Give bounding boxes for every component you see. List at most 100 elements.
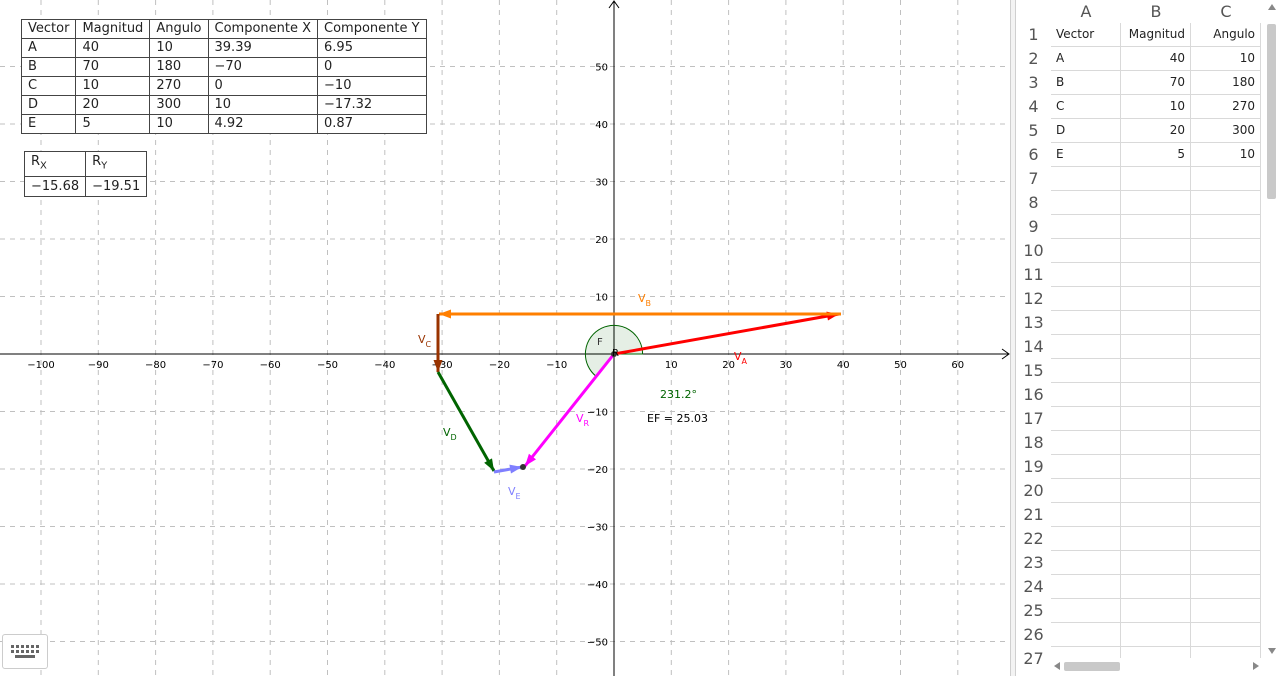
spreadsheet-cell[interactable]: [1051, 623, 1121, 646]
spreadsheet-cell[interactable]: A: [1051, 47, 1121, 70]
spreadsheet-cell[interactable]: [1121, 287, 1191, 310]
graphics-view[interactable]: −100 −90 −80 −70 −60 −50 −40 −30 −20 −10 10 20 30 40 5…: [0, 0, 1010, 676]
spreadsheet-cell[interactable]: [1051, 215, 1121, 238]
spreadsheet-cell[interactable]: [1121, 455, 1191, 478]
spreadsheet-cell[interactable]: Angulo: [1191, 23, 1261, 46]
row-header[interactable]: 17: [1016, 407, 1051, 431]
row-header[interactable]: 8: [1016, 191, 1051, 215]
spreadsheet-cell[interactable]: [1191, 335, 1261, 358]
vector-a[interactable]: [613, 312, 840, 356]
row-header[interactable]: 20: [1016, 479, 1051, 503]
spreadsheet-cell[interactable]: [1121, 407, 1191, 430]
spreadsheet-cell[interactable]: [1121, 551, 1191, 574]
scroll-right-icon[interactable]: [1253, 662, 1259, 670]
spreadsheet-cell[interactable]: [1191, 575, 1261, 598]
spreadsheet-cell[interactable]: [1051, 191, 1121, 214]
row-header[interactable]: 14: [1016, 335, 1051, 359]
column-header-b[interactable]: B: [1121, 0, 1191, 23]
spreadsheet-cell[interactable]: [1051, 431, 1121, 454]
spreadsheet-cell[interactable]: [1191, 287, 1261, 310]
spreadsheet-cell[interactable]: [1191, 383, 1261, 406]
vector-d[interactable]: [436, 371, 496, 472]
spreadsheet-cell[interactable]: [1051, 407, 1121, 430]
row-header[interactable]: 6: [1016, 143, 1051, 167]
spreadsheet-cell[interactable]: E: [1051, 143, 1121, 166]
row-header[interactable]: 27: [1016, 647, 1051, 671]
spreadsheet-cell[interactable]: [1121, 239, 1191, 262]
row-header[interactable]: 21: [1016, 503, 1051, 527]
spreadsheet-cell[interactable]: [1051, 527, 1121, 550]
spreadsheet-cell[interactable]: [1191, 527, 1261, 550]
row-header[interactable]: 22: [1016, 527, 1051, 551]
spreadsheet-cell[interactable]: [1051, 263, 1121, 286]
spreadsheet-cell[interactable]: [1121, 503, 1191, 526]
row-header[interactable]: 10: [1016, 239, 1051, 263]
spreadsheet-cell[interactable]: [1121, 599, 1191, 622]
row-header[interactable]: 9: [1016, 215, 1051, 239]
horizontal-scroll-thumb[interactable]: [1064, 662, 1120, 671]
spreadsheet-cell[interactable]: [1051, 551, 1121, 574]
cell-grid[interactable]: Vector Magnitud Angulo A 40 10 B 70 180 C 10 270 D 20…: [1051, 23, 1261, 671]
spreadsheet-cell[interactable]: [1191, 407, 1261, 430]
spreadsheet-cell[interactable]: [1121, 167, 1191, 190]
spreadsheet-cell[interactable]: [1191, 503, 1261, 526]
spreadsheet-cell[interactable]: [1121, 311, 1191, 334]
row-header[interactable]: 15: [1016, 359, 1051, 383]
spreadsheet-cell[interactable]: [1191, 167, 1261, 190]
column-header-a[interactable]: A: [1051, 0, 1121, 23]
row-header[interactable]: 1: [1016, 23, 1051, 47]
spreadsheet-cell[interactable]: [1121, 623, 1191, 646]
spreadsheet-cell[interactable]: [1121, 263, 1191, 286]
row-header[interactable]: 5: [1016, 119, 1051, 143]
spreadsheet-cell[interactable]: [1191, 479, 1261, 502]
spreadsheet-cell[interactable]: C: [1051, 95, 1121, 118]
scroll-left-icon[interactable]: [1054, 662, 1060, 670]
row-header[interactable]: 25: [1016, 599, 1051, 623]
spreadsheet-cell[interactable]: [1121, 527, 1191, 550]
spreadsheet-cell[interactable]: [1191, 311, 1261, 334]
spreadsheet-cell[interactable]: [1121, 191, 1191, 214]
spreadsheet-cell[interactable]: [1191, 551, 1261, 574]
row-header[interactable]: 18: [1016, 431, 1051, 455]
spreadsheet-cell[interactable]: Vector: [1051, 23, 1121, 46]
spreadsheet-cell[interactable]: 270: [1191, 95, 1261, 118]
spreadsheet-cell[interactable]: [1051, 503, 1121, 526]
spreadsheet-cell[interactable]: 180: [1191, 71, 1261, 94]
spreadsheet-cell[interactable]: [1191, 623, 1261, 646]
spreadsheet-cell[interactable]: [1051, 455, 1121, 478]
spreadsheet-cell[interactable]: 70: [1121, 71, 1191, 94]
spreadsheet-cell[interactable]: [1051, 383, 1121, 406]
spreadsheet-cell[interactable]: 10: [1191, 47, 1261, 70]
spreadsheet-cell[interactable]: [1191, 431, 1261, 454]
row-header[interactable]: 2: [1016, 47, 1051, 71]
row-header[interactable]: 11: [1016, 263, 1051, 287]
row-header[interactable]: 12: [1016, 287, 1051, 311]
spreadsheet-cell[interactable]: [1051, 335, 1121, 358]
spreadsheet-cell[interactable]: [1121, 575, 1191, 598]
spreadsheet-cell[interactable]: [1191, 191, 1261, 214]
row-header[interactable]: 4: [1016, 95, 1051, 119]
spreadsheet-view[interactable]: A B C 1 2 3 4 5 6 7 8 9 10 11 12 13 14 15 16 17 18 19 20 21 2…: [1016, 0, 1280, 676]
vertical-scrollbar[interactable]: [1264, 0, 1280, 676]
column-header-c[interactable]: C: [1191, 0, 1261, 23]
spreadsheet-cell[interactable]: 40: [1121, 47, 1191, 70]
spreadsheet-cell[interactable]: [1051, 167, 1121, 190]
spreadsheet-cell[interactable]: [1121, 335, 1191, 358]
spreadsheet-cell[interactable]: [1191, 263, 1261, 286]
vertical-scroll-thumb[interactable]: [1267, 24, 1276, 199]
spreadsheet-cell[interactable]: 10: [1191, 143, 1261, 166]
row-header[interactable]: 19: [1016, 455, 1051, 479]
spreadsheet-cell[interactable]: [1121, 359, 1191, 382]
spreadsheet-cell[interactable]: [1051, 239, 1121, 262]
row-header[interactable]: 26: [1016, 623, 1051, 647]
spreadsheet-cell[interactable]: [1121, 383, 1191, 406]
spreadsheet-cell[interactable]: 10: [1121, 95, 1191, 118]
spreadsheet-cell[interactable]: [1051, 599, 1121, 622]
scroll-up-icon[interactable]: [1268, 4, 1276, 10]
spreadsheet-cell[interactable]: [1051, 479, 1121, 502]
spreadsheet-cell[interactable]: 300: [1191, 119, 1261, 142]
spreadsheet-cell[interactable]: [1051, 287, 1121, 310]
spreadsheet-cell[interactable]: B: [1051, 71, 1121, 94]
spreadsheet-cell[interactable]: [1121, 431, 1191, 454]
spreadsheet-cell[interactable]: [1051, 311, 1121, 334]
